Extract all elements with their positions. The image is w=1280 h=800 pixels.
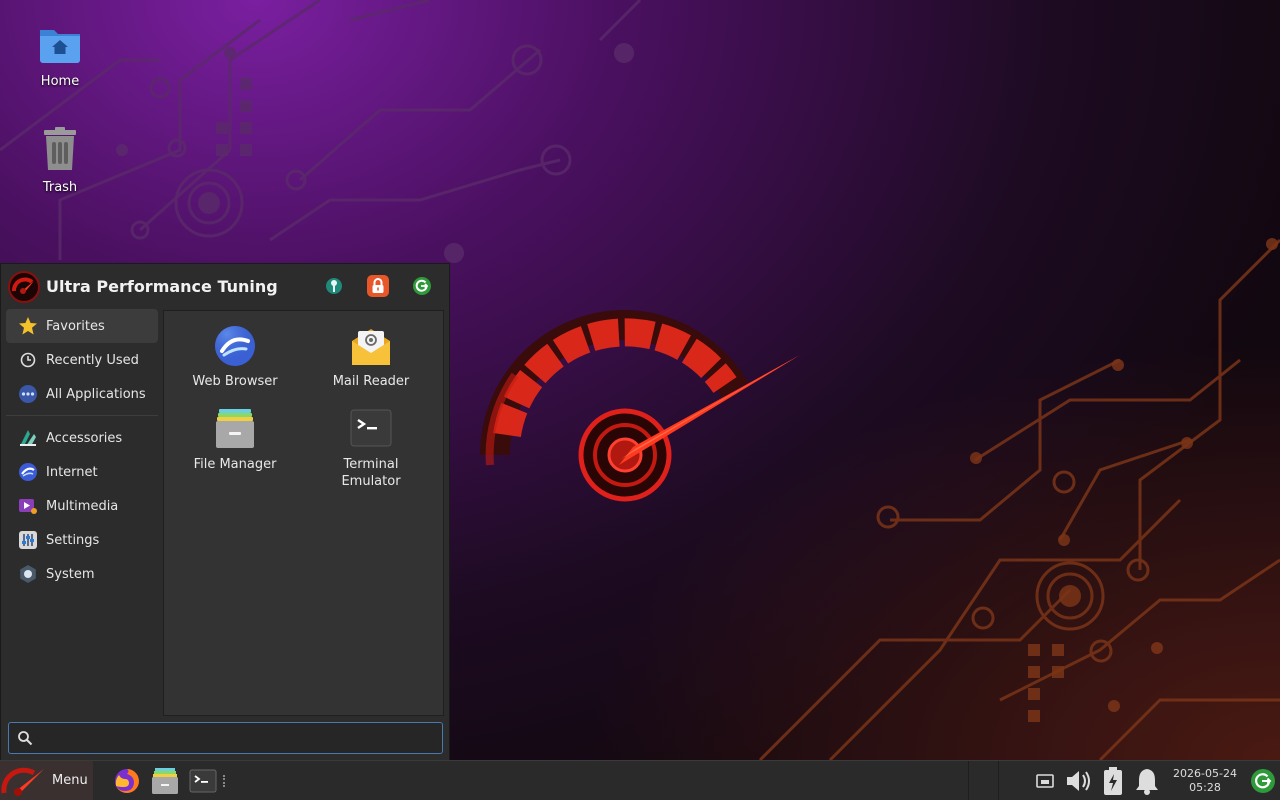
accessories-icon [18, 428, 38, 448]
category-label: Internet [46, 464, 98, 480]
app-mail-reader[interactable]: Mail Reader [303, 325, 439, 390]
clock[interactable]: 2026-05-24 05:28 [1164, 767, 1246, 795]
app-terminal-emulator[interactable]: Terminal Emulator [303, 408, 439, 490]
launcher-file-manager[interactable] [149, 765, 181, 797]
system-tray: 2026-05-24 05:28 [968, 761, 1280, 800]
category-settings[interactable]: Settings [6, 523, 158, 557]
trash-icon [36, 126, 84, 174]
power-button[interactable] [1096, 761, 1130, 800]
volume-icon [1067, 771, 1090, 791]
taskbar: Menu 2026-05-24 05:28 [0, 760, 1280, 800]
log-out-button[interactable] [411, 275, 433, 297]
category-label: All Applications [46, 386, 146, 402]
clock-date: 2026-05-24 [1173, 767, 1237, 780]
notifications-button[interactable] [1130, 761, 1164, 800]
category-accessories[interactable]: Accessories [6, 421, 158, 455]
battery-charging-icon [1104, 767, 1122, 795]
favorites-app-grid: Web Browser Mail Reader File Manager Ter… [163, 310, 444, 716]
search-icon [18, 731, 33, 746]
web-browser-icon [214, 325, 256, 367]
system-icon [18, 564, 38, 584]
desktop-icon-label: Trash [42, 180, 78, 195]
launcher-separator [223, 774, 227, 787]
menu-search-box[interactable] [8, 722, 443, 754]
desktop-icon-home[interactable]: Home [15, 20, 105, 89]
application-menu: Ultra Performance Tuning Favorites Recen… [0, 263, 450, 760]
app-label: Web Browser [192, 374, 278, 389]
settings-manager-button[interactable] [323, 275, 345, 297]
workspace-switcher[interactable] [968, 761, 1028, 800]
network-button[interactable] [1028, 761, 1062, 800]
network-wired-icon [1036, 774, 1054, 788]
category-label: System [46, 566, 95, 582]
category-all-applications[interactable]: All Applications [6, 377, 158, 411]
category-sidebar: Favorites Recently Used All Applications… [6, 309, 158, 591]
wallpaper-glow [580, 340, 1280, 760]
app-web-browser[interactable]: Web Browser [167, 325, 303, 390]
category-label: Multimedia [46, 498, 119, 514]
star-icon [18, 316, 38, 336]
category-system[interactable]: System [6, 557, 158, 591]
launcher-terminal[interactable] [187, 765, 219, 797]
lock-icon [372, 278, 384, 293]
file-manager-icon [214, 408, 256, 450]
category-label: Accessories [46, 430, 123, 446]
log-out-icon [1251, 769, 1275, 793]
dots-icon [18, 384, 38, 404]
launcher-firefox[interactable] [111, 765, 143, 797]
settings-icon [18, 530, 38, 550]
clock-time: 05:28 [1189, 781, 1221, 794]
clock-icon [18, 350, 38, 370]
lock-screen-button[interactable] [367, 275, 389, 297]
user-avatar [8, 270, 40, 303]
settings-manager-icon [326, 278, 342, 294]
category-label: Settings [46, 532, 100, 548]
category-label: Favorites [46, 318, 105, 334]
terminal-icon [189, 769, 217, 792]
category-internet[interactable]: Internet [6, 455, 158, 489]
firefox-icon [115, 768, 139, 793]
menu-button[interactable]: Menu [0, 760, 93, 800]
mail-reader-icon [350, 325, 392, 367]
log-out-icon [413, 277, 431, 295]
menu-header: Ultra Performance Tuning [1, 264, 451, 309]
multimedia-icon [18, 496, 38, 516]
menu-title: Ultra Performance Tuning [46, 277, 278, 296]
file-manager-icon [152, 767, 178, 794]
volume-button[interactable] [1062, 761, 1096, 800]
category-favorites[interactable]: Favorites [6, 309, 158, 343]
app-label-line1: Terminal [343, 457, 399, 472]
app-label-line2: Emulator [341, 474, 401, 489]
speedometer-menu-icon [1, 767, 44, 796]
category-multimedia[interactable]: Multimedia [6, 489, 158, 523]
menu-button-label: Menu [52, 773, 88, 788]
app-label: File Manager [193, 457, 277, 472]
home-folder-icon [36, 20, 84, 68]
internet-icon [18, 462, 38, 482]
app-file-manager[interactable]: File Manager [167, 408, 303, 473]
category-recently-used[interactable]: Recently Used [6, 343, 158, 377]
desktop-icon-trash[interactable]: Trash [15, 126, 105, 195]
session-button[interactable] [1246, 761, 1280, 800]
category-label: Recently Used [46, 352, 139, 368]
sidebar-separator [6, 415, 158, 416]
desktop-icon-label: Home [40, 74, 80, 89]
app-label: Mail Reader [332, 374, 410, 389]
search-input[interactable] [41, 730, 431, 746]
bell-icon [1136, 769, 1158, 795]
terminal-icon [350, 408, 392, 450]
